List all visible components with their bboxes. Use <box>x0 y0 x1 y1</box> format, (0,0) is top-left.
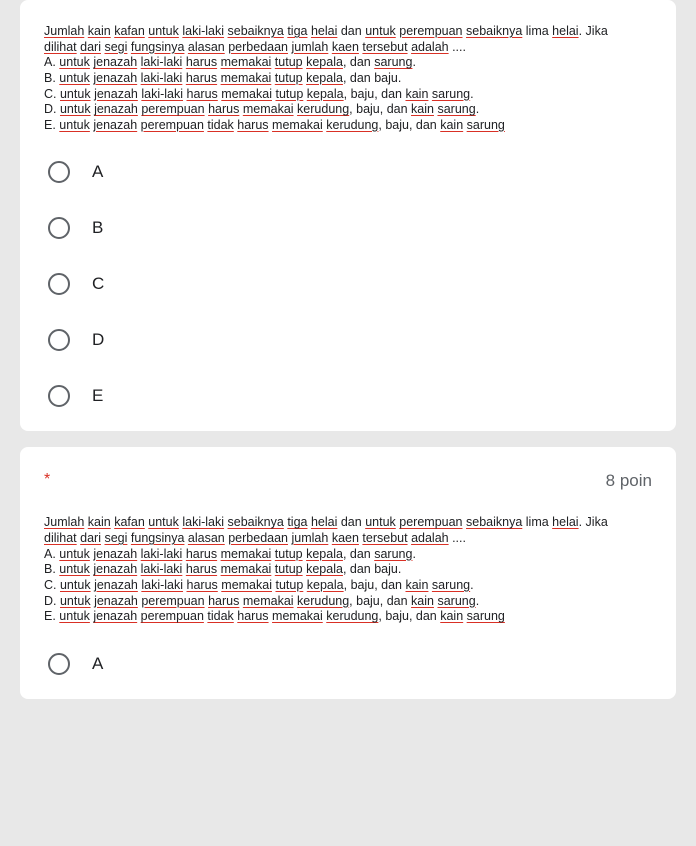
option-label: E <box>92 386 103 406</box>
radio-icon <box>48 161 70 183</box>
radio-icon <box>48 217 70 239</box>
option-b[interactable]: B <box>48 217 652 239</box>
option-a[interactable]: A <box>48 161 652 183</box>
option-d[interactable]: D <box>48 329 652 351</box>
points-label: 8 poin <box>606 471 652 491</box>
radio-icon <box>48 385 70 407</box>
question-text: Jumlah kain kafan untuk laki-laki sebaik… <box>44 515 652 624</box>
options-list: A B C D E <box>48 161 652 407</box>
option-c[interactable]: C <box>48 273 652 295</box>
radio-icon <box>48 273 70 295</box>
card-header: * 8 poin <box>44 471 652 491</box>
option-label: C <box>92 274 104 294</box>
question-card: * 8 poin Jumlah kain kafan untuk laki-la… <box>20 447 676 698</box>
required-indicator: * <box>44 471 50 489</box>
question-card: Jumlah kain kafan untuk laki-laki sebaik… <box>20 0 676 431</box>
option-label: B <box>92 218 103 238</box>
option-label: D <box>92 330 104 350</box>
radio-icon <box>48 329 70 351</box>
option-label: A <box>92 654 103 674</box>
question-text: Jumlah kain kafan untuk laki-laki sebaik… <box>44 24 652 133</box>
option-label: A <box>92 162 103 182</box>
option-a[interactable]: A <box>48 653 652 675</box>
option-e[interactable]: E <box>48 385 652 407</box>
options-list: A <box>48 653 652 675</box>
radio-icon <box>48 653 70 675</box>
